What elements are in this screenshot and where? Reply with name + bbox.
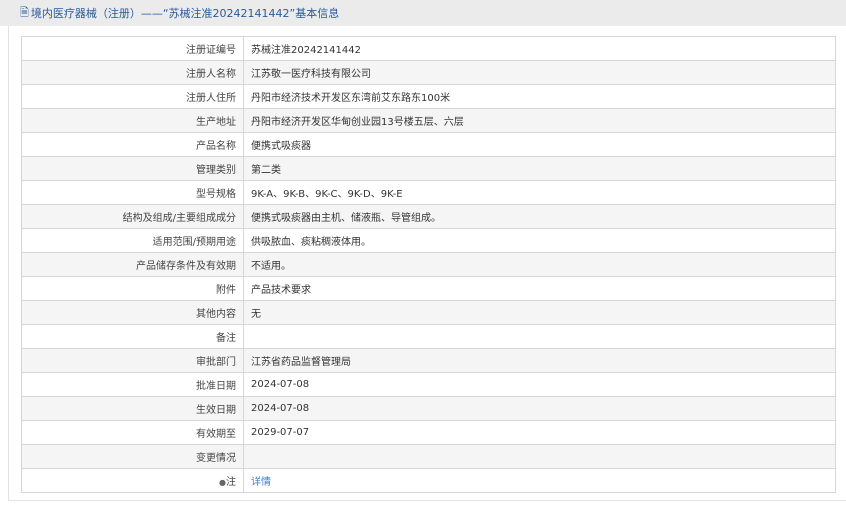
row-label-text: 生产地址 bbox=[196, 117, 236, 128]
row-value: 2024-07-08 bbox=[243, 396, 836, 421]
row-label: 适用范围/预期用途 bbox=[21, 228, 244, 253]
row-value bbox=[243, 324, 836, 349]
row-label-text: 注册人名称 bbox=[186, 69, 236, 80]
row-label: 生产地址 bbox=[21, 108, 244, 133]
row-value: 江苏省药品监督管理局 bbox=[243, 348, 836, 373]
row-label-text: 变更情况 bbox=[196, 453, 236, 464]
row-label: ●注 bbox=[21, 468, 244, 493]
row-label-text: 产品储存条件及有效期 bbox=[136, 261, 236, 272]
row-label-text: 备注 bbox=[216, 333, 236, 344]
row-label-text: 其他内容 bbox=[196, 309, 236, 320]
row-value-text: 9K-A、9K-B、9K-C、9K-D、9K-E bbox=[251, 189, 403, 200]
row-value-text: 便携式吸痰器 bbox=[251, 141, 311, 152]
row-value: 便携式吸痰器由主机、储液瓶、导管组成。 bbox=[243, 204, 836, 229]
page-title: 境内医疗器械（注册）——“苏械注准20242141442”基本信息 bbox=[30, 7, 340, 20]
table-row: 结构及组成/主要组成成分 便携式吸痰器由主机、储液瓶、导管组成。 bbox=[21, 204, 836, 229]
table-row: 注册证编号 苏械注准20242141442 bbox=[21, 36, 836, 61]
row-label-text: 产品名称 bbox=[196, 141, 236, 152]
table-row: 变更情况 bbox=[21, 444, 836, 469]
row-label-text: 管理类别 bbox=[196, 165, 236, 176]
table-row: 有效期至 2029-07-07 bbox=[21, 420, 836, 445]
row-label: 型号规格 bbox=[21, 180, 244, 205]
table-row: 管理类别 第二类 bbox=[21, 156, 836, 181]
row-label: 变更情况 bbox=[21, 444, 244, 469]
row-value-text: 不适用。 bbox=[251, 261, 291, 272]
row-label-text: 批准日期 bbox=[196, 381, 236, 392]
row-value-text: 供吸脓血、痰粘稠液体用。 bbox=[251, 237, 371, 248]
row-value-text: 产品技术要求 bbox=[251, 285, 311, 296]
row-label: 备注 bbox=[21, 324, 244, 349]
row-value: 第二类 bbox=[243, 156, 836, 181]
row-label: 有效期至 bbox=[21, 420, 244, 445]
row-label: 附件 bbox=[21, 276, 244, 301]
row-label: 产品名称 bbox=[21, 132, 244, 157]
row-label-text: 注册人住所 bbox=[186, 93, 236, 104]
row-value: 详情 bbox=[243, 468, 836, 493]
row-label-text: 有效期至 bbox=[196, 429, 236, 440]
row-value: 不适用。 bbox=[243, 252, 836, 277]
row-value bbox=[243, 444, 836, 469]
row-label-text: 型号规格 bbox=[196, 189, 236, 200]
row-value: 丹阳市经济开发区华甸创业园13号楼五层、六层 bbox=[243, 108, 836, 133]
row-label-text: 审批部门 bbox=[196, 357, 236, 368]
row-value: 丹阳市经济技术开发区东湾前艾东路东100米 bbox=[243, 84, 836, 109]
row-value: 江苏敬一医疗科技有限公司 bbox=[243, 60, 836, 85]
row-value-text: 江苏敬一医疗科技有限公司 bbox=[251, 69, 371, 80]
table-row: 审批部门 江苏省药品监督管理局 bbox=[21, 348, 836, 373]
row-value: 2024-07-08 bbox=[243, 372, 836, 397]
table-row: 生产地址 丹阳市经济开发区华甸创业园13号楼五层、六层 bbox=[21, 108, 836, 133]
table-row: 注册人名称 江苏敬一医疗科技有限公司 bbox=[21, 60, 836, 85]
row-value: 2029-07-07 bbox=[243, 420, 836, 445]
row-value-text: 第二类 bbox=[251, 165, 281, 176]
table-row: 产品储存条件及有效期 不适用。 bbox=[21, 252, 836, 277]
pin-icon: ● bbox=[219, 478, 226, 487]
row-label: 生效日期 bbox=[21, 396, 244, 421]
row-label: 其他内容 bbox=[21, 300, 244, 325]
row-value-text: 江苏省药品监督管理局 bbox=[251, 357, 351, 368]
row-value: 便携式吸痰器 bbox=[243, 132, 836, 157]
row-label: 产品储存条件及有效期 bbox=[21, 252, 244, 277]
details-link[interactable]: 详情 bbox=[251, 477, 271, 488]
row-label-text: 结构及组成/主要组成成分 bbox=[122, 213, 236, 224]
row-label: 注册人名称 bbox=[21, 60, 244, 85]
row-label: 批准日期 bbox=[21, 372, 244, 397]
row-value: 苏械注准20242141442 bbox=[243, 36, 836, 61]
table-row: 备注 bbox=[21, 324, 836, 349]
row-value-text: 苏械注准20242141442 bbox=[251, 45, 361, 56]
table-row: 产品名称 便携式吸痰器 bbox=[21, 132, 836, 157]
row-value: 产品技术要求 bbox=[243, 276, 836, 301]
row-value-text: 无 bbox=[251, 309, 261, 320]
table-row: ●注 详情 bbox=[21, 468, 836, 493]
row-value-text: 丹阳市经济技术开发区东湾前艾东路东100米 bbox=[251, 93, 451, 104]
row-label-text: 附件 bbox=[216, 285, 236, 296]
row-label-text: 注 bbox=[226, 477, 236, 488]
row-label: 注册证编号 bbox=[21, 36, 244, 61]
row-value: 供吸脓血、痰粘稠液体用。 bbox=[243, 228, 836, 253]
table-row: 附件 产品技术要求 bbox=[21, 276, 836, 301]
row-label-text: 生效日期 bbox=[196, 405, 236, 416]
row-value-text: 2029-07-07 bbox=[251, 427, 310, 438]
page-header: 🗎 境内医疗器械（注册）——“苏械注准20242141442”基本信息 bbox=[0, 0, 846, 26]
content-panel: 注册证编号 苏械注准20242141442 注册人名称 江苏敬一医疗科技有限公司 注册人… bbox=[8, 26, 846, 501]
row-label: 结构及组成/主要组成成分 bbox=[21, 204, 244, 229]
row-label-text: 注册证编号 bbox=[186, 45, 236, 56]
row-value-text: 2024-07-08 bbox=[251, 379, 310, 390]
table-row: 适用范围/预期用途 供吸脓血、痰粘稠液体用。 bbox=[21, 228, 836, 253]
row-value: 9K-A、9K-B、9K-C、9K-D、9K-E bbox=[243, 180, 836, 205]
row-label: 管理类别 bbox=[21, 156, 244, 181]
table-row: 型号规格 9K-A、9K-B、9K-C、9K-D、9K-E bbox=[21, 180, 836, 205]
info-table: 注册证编号 苏械注准20242141442 注册人名称 江苏敬一医疗科技有限公司 注册人… bbox=[21, 36, 836, 493]
table-row: 其他内容 无 bbox=[21, 300, 836, 325]
row-value-text: 2024-07-08 bbox=[251, 403, 310, 414]
row-label-text: 适用范围/预期用途 bbox=[152, 237, 236, 248]
row-value-text: 便携式吸痰器由主机、储液瓶、导管组成。 bbox=[251, 213, 441, 224]
row-label: 审批部门 bbox=[21, 348, 244, 373]
table-row: 批准日期 2024-07-08 bbox=[21, 372, 836, 397]
row-value-text: 丹阳市经济开发区华甸创业园13号楼五层、六层 bbox=[251, 117, 464, 128]
row-value: 无 bbox=[243, 300, 836, 325]
table-row: 生效日期 2024-07-08 bbox=[21, 396, 836, 421]
row-label: 注册人住所 bbox=[21, 84, 244, 109]
table-row: 注册人住所 丹阳市经济技术开发区东湾前艾东路东100米 bbox=[21, 84, 836, 109]
document-icon: 🗎 bbox=[20, 5, 29, 19]
